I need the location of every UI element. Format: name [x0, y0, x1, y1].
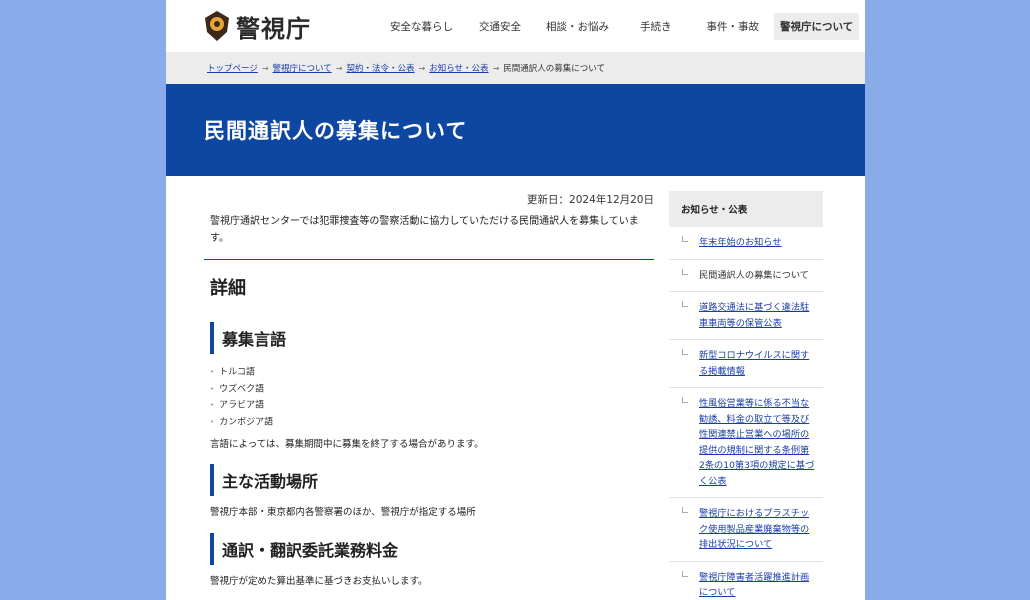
location-text: 警視庁本部・東京都内各警察署のほか、警視庁が指定する場所: [210, 507, 476, 518]
nav-safe-living[interactable]: 安全な暮らし: [390, 13, 453, 40]
site-logo[interactable]: 警視庁: [202, 9, 352, 44]
language-list: トルコ語 ウズベク語 アラビア語 カンボジア語: [204, 364, 654, 430]
detail-heading: 詳細: [210, 278, 246, 299]
page: 警視庁 安全な暮らし 交通安全 相談・お悩み 手続き 事件・事故 警視庁について…: [166, 0, 865, 600]
sidebar: お知らせ・公表 年末年始のお知らせ 民間通訳人の募集について 道路交通法に基づく…: [669, 191, 823, 600]
list-item: ウズベク語: [210, 381, 654, 398]
global-nav: 安全な暮らし 交通安全 相談・お悩み 手続き 事件・事故 警視庁について: [352, 12, 860, 40]
site-header: 警視庁 安全な暮らし 交通安全 相談・お悩み 手続き 事件・事故 警視庁について: [166, 0, 865, 52]
languages-heading: 募集言語: [210, 322, 654, 354]
breadcrumb-separator: →: [261, 63, 269, 73]
breadcrumb-about[interactable]: 警視庁について: [273, 62, 332, 74]
sidebar-item: 性風俗営業等に係る不当な勧誘、料金の取立て等及び性関連禁止営業への場所の提供の規…: [669, 388, 823, 498]
sidebar-item: 警視庁障害者活躍推進計画について: [669, 562, 823, 600]
breadcrumb-top[interactable]: トップページ: [207, 62, 258, 74]
nav-about[interactable]: 警視庁について: [774, 12, 860, 40]
site-name: 警視庁: [236, 13, 311, 43]
list-item: アラビア語: [210, 397, 654, 414]
sidebar-link-new-year[interactable]: 年末年始のお知らせ: [699, 237, 782, 248]
fee-heading: 通訳・翻訳委託業務料金: [210, 533, 654, 565]
title-banner: 民間通訳人の募集について: [166, 84, 865, 176]
nav-traffic-safety[interactable]: 交通安全: [479, 13, 521, 40]
sidebar-item-current: 民間通訳人の募集について: [699, 269, 809, 281]
list-item: カンボジア語: [210, 414, 654, 431]
sidebar-link-disability[interactable]: 警視庁障害者活躍推進計画について: [699, 572, 809, 599]
intro-text: 警視庁通訳センターでは犯罪捜査等の警察活動に協力していただける民間通訳人を募集し…: [210, 216, 639, 244]
page-title: 民間通訳人の募集について: [204, 119, 468, 143]
breadcrumb-contracts[interactable]: 契約・法令・公表: [347, 62, 415, 74]
sidebar-item: 年末年始のお知らせ: [669, 227, 823, 260]
sidebar-link-ordinance[interactable]: 性風俗営業等に係る不当な勧誘、料金の取立て等及び性関連禁止営業への場所の提供の規…: [699, 398, 814, 487]
main-content: 更新日：2024年12月20日 警視庁通訳センターでは犯罪捜査等の警察活動に協力…: [204, 192, 654, 587]
nav-procedures[interactable]: 手続き: [640, 13, 672, 40]
section-divider: [204, 259, 654, 260]
nav-consultation[interactable]: 相談・お悩み: [546, 13, 609, 40]
location-heading: 主な活動場所: [210, 464, 654, 496]
nav-incidents[interactable]: 事件・事故: [707, 13, 760, 40]
breadcrumb-separator: →: [492, 63, 500, 73]
police-emblem-icon: [205, 11, 229, 41]
breadcrumb-separator: →: [335, 63, 343, 73]
breadcrumb-notices[interactable]: お知らせ・公表: [429, 62, 488, 74]
sidebar-item: 警視庁におけるプラスチック使用製品産業廃棄物等の排出状況について: [669, 498, 823, 562]
breadcrumb: トップページ → 警視庁について → 契約・法令・公表 → お知らせ・公表 → …: [166, 52, 865, 84]
sidebar-link-plastic[interactable]: 警視庁におけるプラスチック使用製品産業廃棄物等の排出状況について: [699, 508, 809, 550]
list-item: トルコ語: [210, 364, 654, 381]
breadcrumb-separator: →: [418, 63, 426, 73]
sidebar-heading: お知らせ・公表: [669, 191, 823, 227]
sidebar-item: 民間通訳人の募集について: [669, 260, 823, 292]
sidebar-item: 道路交通法に基づく違法駐車車両等の保管公表: [669, 292, 823, 340]
sidebar-link-covid[interactable]: 新型コロナウイルスに関する掲載情報: [699, 350, 809, 377]
updated-date: 更新日：2024年12月20日: [527, 194, 654, 206]
sidebar-link-parking[interactable]: 道路交通法に基づく違法駐車車両等の保管公表: [699, 302, 809, 329]
breadcrumb-current: 民間通訳人の募集について: [503, 64, 606, 74]
languages-note: 言語によっては、募集期間中に募集を終了する場合があります。: [210, 439, 484, 450]
sidebar-item: 新型コロナウイルスに関する掲載情報: [669, 340, 823, 388]
fee-text: 警視庁が定めた算出基準に基づきお支払いします。: [210, 576, 428, 587]
